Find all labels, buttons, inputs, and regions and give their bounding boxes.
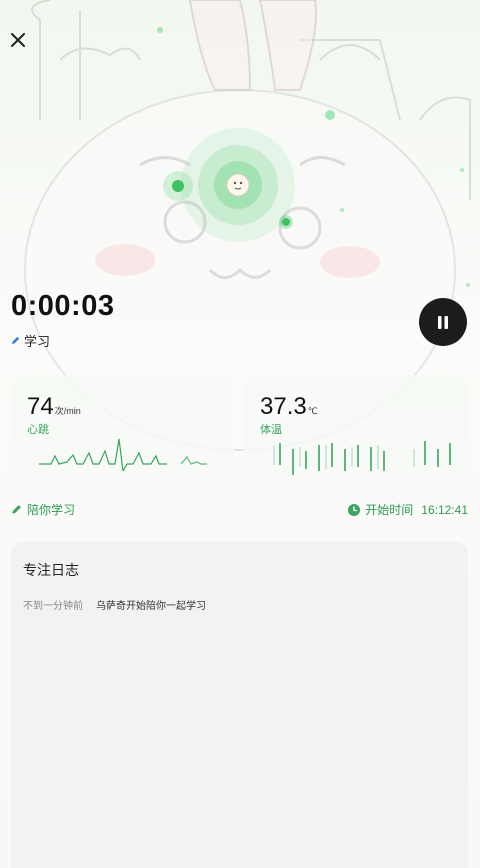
clock-icon bbox=[348, 503, 361, 516]
pause-button[interactable] bbox=[419, 298, 467, 346]
radar-dot-right bbox=[279, 215, 293, 229]
subject-label: 学习 bbox=[11, 331, 50, 350]
heart-rate-value: 74次/min bbox=[27, 393, 81, 420]
close-icon bbox=[11, 33, 25, 47]
focus-timer: 0:00:03 bbox=[11, 290, 115, 322]
log-entry-text: 乌萨奇开始陪你一起学习 bbox=[96, 601, 206, 612]
start-time: 开始时间 16:12:41 bbox=[348, 501, 468, 518]
start-time-value: 16:12:41 bbox=[421, 502, 468, 517]
subject-text: 学习 bbox=[24, 334, 51, 349]
heart-rate-waveform bbox=[39, 438, 207, 471]
pencil-icon bbox=[12, 505, 21, 514]
log-entry: 不到一分钟前 乌萨奇开始陪你一起学习 bbox=[23, 597, 206, 612]
radar-dot-left bbox=[163, 171, 193, 201]
temperature-card: 37.3℃ 体温 bbox=[244, 375, 469, 488]
log-entry-time: 不到一分钟前 bbox=[23, 601, 83, 612]
status-bar bbox=[0, 0, 480, 14]
heart-rate-card: 74次/min 心跳 bbox=[11, 375, 234, 488]
start-time-label: 开始时间 bbox=[365, 503, 414, 517]
pause-icon bbox=[438, 315, 448, 329]
companion-label: 陪你学习 bbox=[27, 503, 76, 517]
focus-log-title: 专注日志 bbox=[23, 562, 79, 578]
temperature-unit: ℃ bbox=[307, 406, 318, 416]
pen-icon bbox=[11, 336, 20, 345]
heart-rate-unit: 次/min bbox=[54, 406, 81, 416]
temperature-bars bbox=[273, 441, 451, 475]
focus-log-panel: 专注日志 不到一分钟前 乌萨奇开始陪你一起学习 bbox=[11, 542, 468, 868]
temperature-value: 37.3℃ bbox=[260, 393, 318, 420]
close-button[interactable] bbox=[4, 26, 32, 54]
companion-link[interactable]: 陪你学习 bbox=[11, 501, 75, 518]
